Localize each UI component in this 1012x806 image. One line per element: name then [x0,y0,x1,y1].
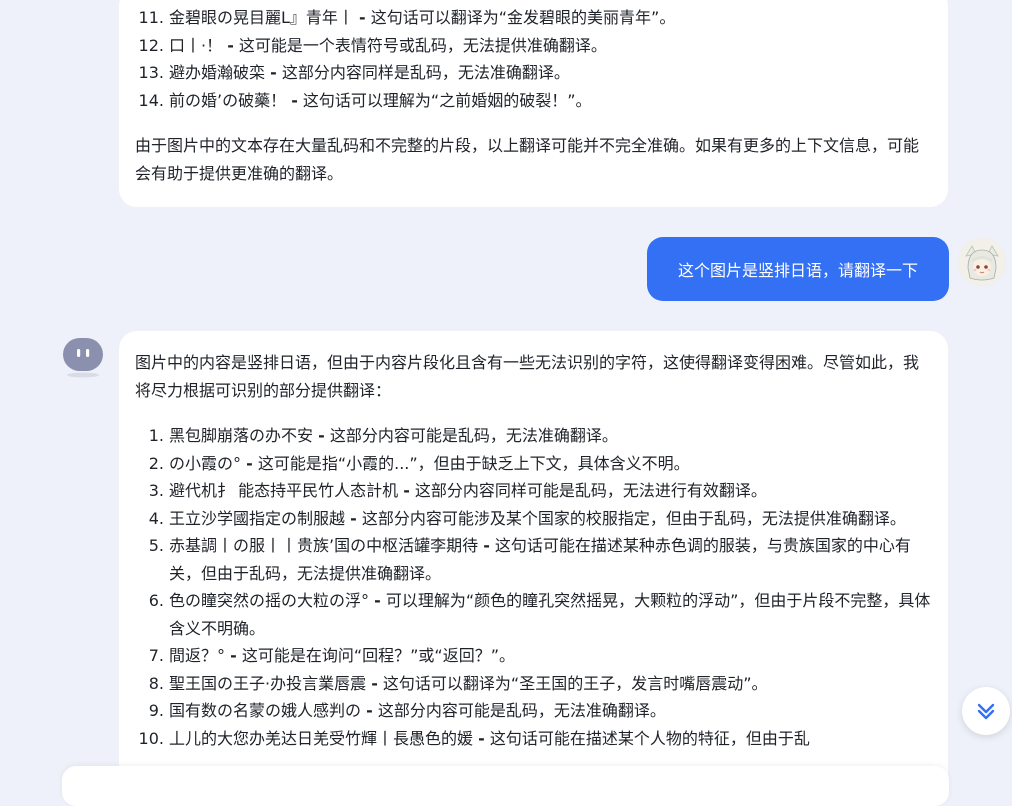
list-item: 7. 間返？° - 这可能是在询问“回程？”或“返回？”。 [148,646,516,665]
list-item: 5. 赤基調丨の服丨丨贵族’国の中枢活罐李期待 - 这句话可能在描述某种赤色调的服… [148,536,911,583]
list-item: 3. 避代机扌 能态持平民竹人态計机 - 这部分内容同样可能是乱码，无法进行有效翻… [148,481,767,500]
list-item: 2. の小霞の° - 这可能是指“小霞的...”，但由于缺乏上下文，具体含义不明。 [148,453,690,473]
list-item: 10. 丄儿的大您办羌达日羌受竹輝丨長愚色的媛 - 这句话可能在描述某个人物的特征… [138,728,810,748]
avatar[interactable] [958,238,1006,286]
list-item: 8. 聖王国の王子·办投言業唇震 - 这句话可以翻译为“圣王国的王子，发言时嘴唇震… [148,673,768,693]
user-avatar-image [958,238,1006,286]
message-input-area[interactable] [62,766,949,806]
list-item: 9. 国有数の名蒙の娥人感判の - 这部分内容可能是乱码，无法准确翻译。 [148,701,666,720]
assistant-message: 图片中的内容是竖排日语，但由于内容片段化且含有一些无法识别的字符，这使得翻译变得… [119,331,948,801]
double-chevron-down-icon [977,703,995,720]
user-message: 这个图片是竖排日语，请翻译一下 [647,237,949,301]
bot-avatar-icon [61,335,105,379]
message-intro: 图片中的内容是竖排日语，但由于内容片段化且含有一些无法识别的字符，这使得翻译变得… [135,353,920,400]
scroll-to-bottom-button[interactable] [962,687,1010,735]
user-message-text: 这个图片是竖排日语，请翻译一下 [677,261,918,280]
list-item: 13. 避办婚瀚破栾 - 这部分内容同样是乱码，无法准确翻译。 [138,63,570,82]
assistant-message: 11. 金碧眼の晃目麗L』青年丨 - 这句话可以翻译为“金发碧眼的美丽青年”。 1… [119,0,948,207]
list-item: 12. 口丨·！ - 这可能是一个表情符号或乱码，无法提供准确翻译。 [138,35,607,55]
list-item: 4. 王立沙学國指定の制服越 - 这部分内容可能涉及某个国家的校服指定，但由于乱码… [148,508,906,528]
list-item: 14. 前の婚’の破藥！ - 这句话可以理解为“之前婚姻的破裂！”。 [138,90,592,110]
list-item: 6. 色の瞳突然の摇の大粒の浮° - 可以理解为“颜色的瞳孔突然摇晃，大颗粒的浮动… [148,591,931,638]
translation-list: 1. 黑包脚崩落の办不安 - 这部分内容可能是乱码，无法准确翻译。 2. の小霞の°… [135,422,932,752]
message-summary: 由于图片中的文本存在大量乱码和不完整的片段，以上翻译可能并不完全准确。如果有更多… [135,136,920,183]
list-item: 11. 金碧眼の晃目麗L』青年丨 - 这句话可以翻译为“金发碧眼的美丽青年”。 [138,8,676,27]
list-item: 1. 黑包脚崩落の办不安 - 这部分内容可能是乱码，无法准确翻译。 [148,426,618,445]
translation-list: 11. 金碧眼の晃目麗L』青年丨 - 这句话可以翻译为“金发碧眼的美丽青年”。 1… [135,0,932,114]
